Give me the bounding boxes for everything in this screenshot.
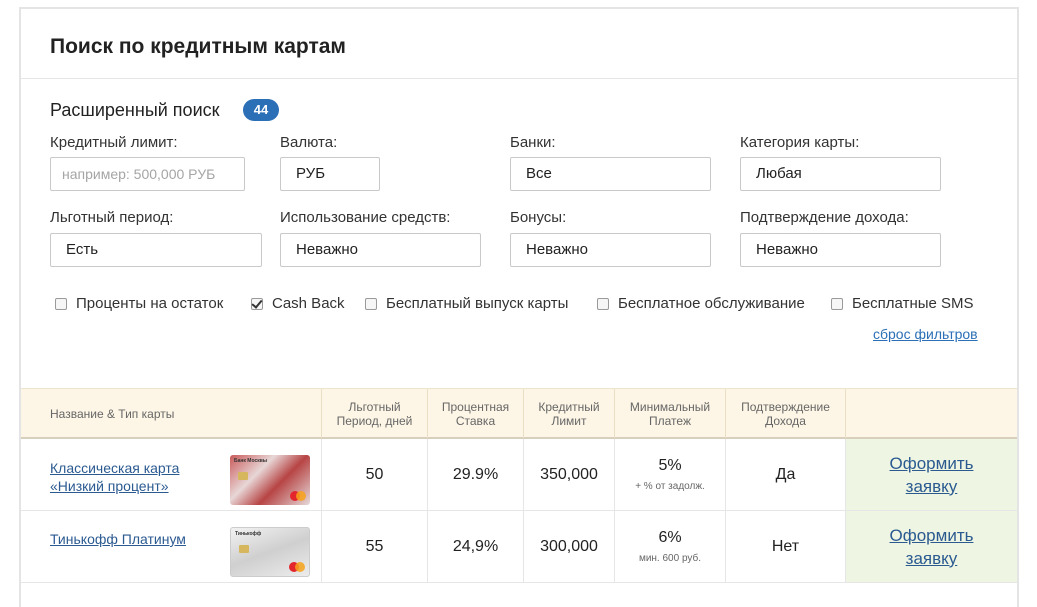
apply-line[interactable]: заявку bbox=[906, 549, 958, 568]
advanced-search-label: Расширенный поиск bbox=[50, 100, 220, 120]
table-row: Классическая карта «Низкий процент» Банк… bbox=[21, 439, 1017, 511]
card-name-link[interactable]: Тинькофф Платинум bbox=[50, 530, 210, 548]
header-line: Ставка bbox=[455, 413, 496, 428]
apply-line[interactable]: Оформить bbox=[890, 526, 974, 545]
grace-period-select[interactable]: Есть bbox=[50, 233, 262, 267]
cell-rate: 29.9% bbox=[427, 439, 523, 510]
income-proof-label: Подтверждение дохода: bbox=[740, 209, 909, 226]
bonuses-select[interactable]: Неважно bbox=[510, 233, 711, 267]
card-brand-text: Тинькофф bbox=[235, 531, 262, 537]
column-header-limit[interactable]: Кредитный Лимит bbox=[523, 389, 614, 438]
column-header-min-payment[interactable]: Минимальный Платеж bbox=[614, 389, 725, 438]
card-chip-icon bbox=[239, 545, 249, 553]
checkbox-label: Бесплатный выпуск карты bbox=[386, 295, 569, 312]
currency-select[interactable]: РУБ bbox=[280, 157, 380, 191]
results-count-badge: 44 bbox=[243, 99, 279, 121]
card-category-label: Категория карты: bbox=[740, 134, 860, 151]
checkbox-label: Проценты на остаток bbox=[76, 295, 224, 312]
reset-filters-link[interactable]: сброс фильтров bbox=[873, 326, 978, 342]
card-brand-text: Банк Москвы bbox=[234, 458, 268, 464]
header-line: Минимальный bbox=[629, 399, 711, 414]
checkbox-label: Cash Back bbox=[272, 295, 345, 312]
table-row: Тинькофф Платинум Тинькофф 55 24,9% 300,… bbox=[21, 511, 1017, 583]
apply-link[interactable]: Оформить заявку bbox=[890, 524, 974, 570]
column-header-name[interactable]: Название & Тип карты bbox=[21, 389, 321, 438]
cell-min-payment: 5% + % от задолж. bbox=[614, 439, 725, 510]
header-line: Платеж bbox=[649, 413, 691, 428]
results-table-header: Название & Тип карты Льготный Период, дне… bbox=[21, 388, 1017, 439]
checkbox-box-checked[interactable] bbox=[251, 297, 263, 310]
funds-usage-label: Использование средств: bbox=[280, 209, 451, 226]
column-header-income-proof[interactable]: Подтверждение Дохода bbox=[725, 389, 845, 438]
cell-apply: Оформить заявку bbox=[845, 511, 1017, 582]
card-name-line[interactable]: Классическая карта bbox=[50, 460, 179, 476]
checkbox-box[interactable] bbox=[831, 297, 843, 310]
min-payment-note: мин. 600 руб. bbox=[638, 553, 702, 564]
income-proof-select[interactable]: Неважно bbox=[740, 233, 941, 267]
credit-limit-label: Кредитный лимит: bbox=[50, 134, 178, 151]
card-image[interactable]: Тинькофф bbox=[230, 527, 310, 577]
header-line: Дохода bbox=[765, 413, 806, 428]
header-line: Кредитный bbox=[538, 399, 600, 414]
bonuses-label: Бонусы: bbox=[510, 209, 567, 226]
checkbox-interest-on-balance[interactable]: Проценты на остаток bbox=[55, 295, 223, 312]
min-payment-value: 6% bbox=[658, 529, 682, 546]
credit-limit-input[interactable]: например: 500,000 РУБ bbox=[50, 157, 245, 191]
cell-limit: 300,000 bbox=[523, 511, 614, 582]
checkbox-label: Бесплатное обслуживание bbox=[618, 295, 805, 312]
header-line: Лимит bbox=[551, 413, 587, 428]
card-chip-icon bbox=[238, 472, 248, 480]
banks-label: Банки: bbox=[510, 134, 556, 151]
header-line: Льготный bbox=[348, 399, 401, 414]
cell-grace: 50 bbox=[321, 439, 427, 510]
checkbox-cash-back[interactable]: Cash Back bbox=[251, 295, 345, 312]
grace-period-label: Льготный период: bbox=[50, 209, 174, 226]
column-header-rate[interactable]: Процентная Ставка bbox=[427, 389, 523, 438]
cell-income-proof: Да bbox=[725, 439, 845, 510]
checkbox-free-issue[interactable]: Бесплатный выпуск карты bbox=[365, 295, 568, 312]
checkbox-box[interactable] bbox=[55, 297, 67, 310]
column-header-grace[interactable]: Льготный Период, дней bbox=[321, 389, 427, 438]
apply-line[interactable]: заявку bbox=[906, 477, 958, 496]
card-category-select[interactable]: Любая bbox=[740, 157, 941, 191]
cell-income-proof: Нет bbox=[725, 511, 845, 582]
apply-line[interactable]: Оформить bbox=[890, 454, 974, 473]
min-payment-value: 5% bbox=[658, 457, 682, 474]
card-name-line[interactable]: Тинькофф Платинум bbox=[50, 531, 186, 547]
cell-rate: 24,9% bbox=[427, 511, 523, 582]
cell-min-payment: 6% мин. 600 руб. bbox=[614, 511, 725, 582]
card-image[interactable]: Банк Москвы bbox=[230, 455, 310, 505]
currency-label: Валюта: bbox=[280, 134, 338, 151]
cell-limit: 350,000 bbox=[523, 439, 614, 510]
cell-apply: Оформить заявку bbox=[845, 439, 1017, 510]
apply-link[interactable]: Оформить заявку bbox=[890, 452, 974, 498]
column-header-apply bbox=[845, 389, 1017, 438]
mastercard-icon bbox=[289, 562, 305, 572]
header-line: Процентная bbox=[441, 399, 510, 414]
header-line: Период, дней bbox=[336, 413, 413, 428]
min-payment-note: + % от задолж. bbox=[635, 481, 705, 492]
checkbox-free-sms[interactable]: Бесплатные SMS bbox=[831, 295, 974, 312]
mastercard-icon bbox=[290, 491, 306, 501]
funds-usage-select[interactable]: Неважно bbox=[280, 233, 481, 267]
header-line: Подтверждение bbox=[741, 399, 830, 414]
banks-select[interactable]: Все bbox=[510, 157, 711, 191]
page-title: Поиск по кредитным картам bbox=[50, 35, 346, 58]
card-name-line[interactable]: «Низкий процент» bbox=[50, 478, 169, 494]
card-name-link[interactable]: Классическая карта «Низкий процент» bbox=[50, 459, 210, 495]
checkbox-label: Бесплатные SMS bbox=[852, 295, 974, 312]
credit-card-search-panel: Поиск по кредитным картам Расширенный по… bbox=[19, 7, 1019, 607]
checkbox-box[interactable] bbox=[365, 297, 377, 310]
cell-grace: 55 bbox=[321, 511, 427, 582]
checkbox-box[interactable] bbox=[597, 297, 609, 310]
checkbox-free-service[interactable]: Бесплатное обслуживание bbox=[597, 295, 805, 312]
